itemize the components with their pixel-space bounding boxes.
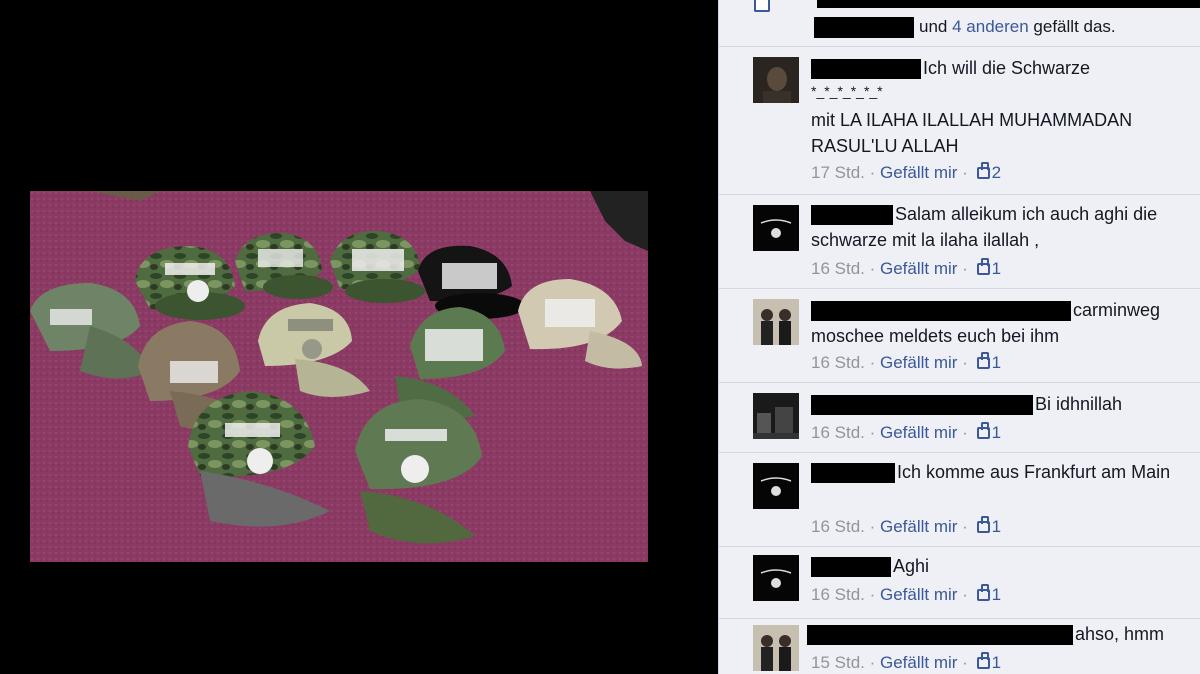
two-men-avatar[interactable] [753, 625, 799, 671]
like-count-icon [976, 584, 990, 601]
flag-avatar[interactable] [753, 463, 799, 509]
comment-text: Ich komme aus Frankfurt am Main [897, 462, 1171, 482]
comment-text: Salam alleikum ich auch aghi die schwarz… [811, 204, 1158, 250]
comment-timestamp[interactable]: 15 Std. [811, 653, 865, 672]
like-count-icon [976, 352, 990, 369]
comment-timestamp[interactable]: 16 Std. [811, 353, 865, 372]
two-men-avatar[interactable] [753, 299, 799, 345]
avatar-image [753, 555, 799, 601]
like-count[interactable]: 1 [992, 517, 1001, 536]
comment-text-rest: mit LA ILAHA ILALLAH MUHAMMADAN RASUL'LU… [811, 110, 1133, 156]
avatar-image [753, 57, 799, 103]
comment-item: Ich will die Schwarze *_*_*_*_*_* mit LA… [719, 46, 1200, 194]
comment-meta: 16 Std. · Gefällt mir · 1 [811, 352, 1002, 372]
like-count-icon [976, 652, 990, 669]
comments-panel: und 4 anderen gefällt das. Ich will die … [718, 0, 1200, 674]
street-avatar[interactable] [753, 393, 799, 439]
avatar-image [753, 205, 799, 251]
like-button[interactable]: Gefällt mir [880, 653, 957, 672]
like-count[interactable]: 2 [992, 163, 1001, 182]
like-button[interactable]: Gefällt mir [880, 163, 957, 182]
redaction-bar [811, 395, 1033, 415]
like-count-icon [976, 258, 990, 275]
comment-item: ahso, hmm 15 Std. · Gefällt mir · 1 [719, 618, 1200, 674]
redaction-bar [811, 557, 891, 577]
comment-item: Aghi 16 Std. · Gefällt mir · 1 [719, 546, 1200, 618]
photo-viewer [0, 0, 718, 674]
like-count[interactable]: 1 [992, 259, 1001, 278]
comment-item: Bi idhnillah 16 Std. · Gefällt mir · 1 [719, 382, 1200, 452]
like-count[interactable]: 1 [992, 585, 1001, 604]
flag-avatar[interactable] [753, 555, 799, 601]
comment-meta: 16 Std. · Gefällt mir · 1 [811, 422, 1002, 442]
redaction-bar [811, 59, 921, 79]
likes-text: und 4 anderen gefällt das. [919, 17, 1116, 37]
like-count[interactable]: 1 [992, 353, 1001, 372]
like-button[interactable]: Gefällt mir [880, 585, 957, 604]
portrait-avatar[interactable] [753, 57, 799, 103]
likes-summary: und 4 anderen gefällt das. [749, 0, 1200, 46]
avatar-image [753, 625, 799, 671]
likes-connector: und [919, 17, 948, 36]
others-link[interactable]: 4 anderen [952, 17, 1029, 36]
comment-meta: 17 Std. · Gefällt mir · 2 [811, 162, 1002, 182]
comment-text: Bi idhnillah [1035, 394, 1123, 414]
like-thumb-icon [754, 0, 770, 12]
comment-meta: 16 Std. · Gefällt mir · 1 [811, 516, 1002, 536]
comment-text: Aghi [893, 556, 930, 576]
like-count-icon [976, 162, 990, 179]
like-button[interactable]: Gefällt mir [880, 259, 957, 278]
avatar-image [753, 393, 799, 439]
comment-text-line1: Ich will die Schwarze [923, 58, 1091, 78]
comment-text: ahso, hmm [1075, 624, 1165, 644]
comment-timestamp[interactable]: 17 Std. [811, 163, 865, 182]
photo-caps-on-carpet[interactable] [30, 191, 648, 562]
likes-suffix: gefällt das. [1033, 17, 1116, 36]
flag-avatar[interactable] [753, 205, 799, 251]
comment-timestamp[interactable]: 16 Std. [811, 259, 865, 278]
avatar-image [753, 299, 799, 345]
comment-meta: 16 Std. · Gefällt mir · 1 [811, 258, 1002, 278]
redaction-bar [817, 0, 1200, 8]
like-count-icon [976, 516, 990, 533]
comment-item: carminweg moschee meldets euch bei ihm 1… [719, 288, 1200, 382]
like-count[interactable]: 1 [992, 423, 1001, 442]
like-count[interactable]: 1 [992, 653, 1001, 672]
redaction-bar [814, 17, 914, 38]
like-button[interactable]: Gefällt mir [880, 517, 957, 536]
comment-meta: 15 Std. · Gefällt mir · 1 [811, 652, 1002, 672]
comment-timestamp[interactable]: 16 Std. [811, 517, 865, 536]
comment-timestamp[interactable]: 16 Std. [811, 423, 865, 442]
comment-item: Salam alleikum ich auch aghi die schwarz… [719, 194, 1200, 288]
comment-text-stars: *_*_*_*_*_* [811, 83, 883, 99]
redaction-bar [807, 625, 1073, 645]
like-count-icon [976, 422, 990, 439]
comment-meta: 16 Std. · Gefällt mir · 1 [811, 584, 1002, 604]
comment-text: carminweg moschee meldets euch bei ihm [811, 300, 1161, 346]
avatar-image [753, 463, 799, 509]
comment-timestamp[interactable]: 16 Std. [811, 585, 865, 604]
like-button[interactable]: Gefällt mir [880, 353, 957, 372]
comment-item: Ich komme aus Frankfurt am Main 16 Std. … [719, 452, 1200, 546]
like-button[interactable]: Gefällt mir [880, 423, 957, 442]
